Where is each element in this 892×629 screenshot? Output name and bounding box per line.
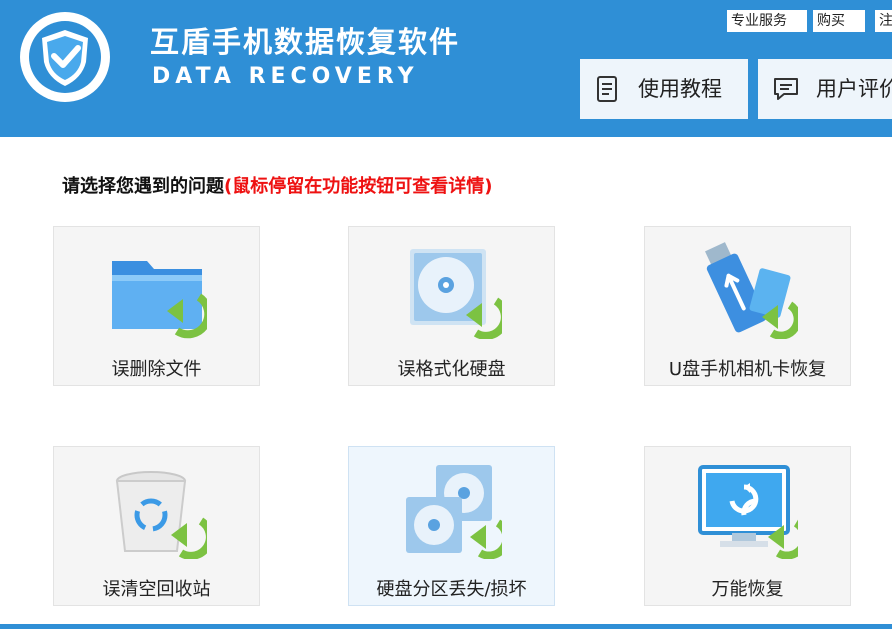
option-label: 误清空回收站 — [102, 579, 211, 600]
header-bar: 互盾手机数据恢复软件 DATA RECOVERY 专业服务 购买 注 使用教程 … — [0, 0, 892, 137]
prompt-hint: (鼠标停留在功能按钮可查看详情) — [224, 176, 493, 197]
tutorial-button[interactable]: 使用教程 — [580, 59, 748, 119]
option-label: 误格式化硬盘 — [397, 359, 506, 380]
app-subtitle: DATA RECOVERY — [152, 64, 419, 89]
user-review-label: 用户评价 — [816, 77, 892, 101]
option-label: 万能恢复 — [711, 579, 784, 600]
universal-restore-icon — [698, 465, 798, 559]
option-card-usb-card[interactable]: U盘手机相机卡恢复 — [644, 226, 851, 386]
option-card-universal[interactable]: 万能恢复 — [644, 446, 851, 606]
partition-restore-icon — [406, 465, 502, 559]
option-label: 硬盘分区丢失/损坏 — [376, 579, 527, 600]
option-label: U盘手机相机卡恢复 — [668, 359, 827, 380]
recycle-bin-restore-icon — [115, 471, 207, 559]
option-card-partition[interactable]: 硬盘分区丢失/损坏 — [348, 446, 555, 606]
shield-logo-icon — [20, 12, 110, 102]
register-link[interactable]: 注 — [875, 10, 892, 32]
harddisk-restore-icon — [410, 249, 502, 339]
option-card-formatted-disk[interactable]: 误格式化硬盘 — [348, 226, 555, 386]
option-card-recycle-bin[interactable]: 误清空回收站 — [53, 446, 260, 606]
comment-icon — [774, 78, 798, 100]
problem-prompt: 请选择您遇到的问题(鼠标停留在功能按钮可查看详情) — [62, 172, 492, 198]
prompt-text: 请选择您遇到的问题 — [62, 176, 224, 197]
app-title: 互盾手机数据恢复软件 — [150, 25, 461, 59]
folder-restore-icon — [112, 261, 207, 339]
bottom-border — [0, 624, 892, 629]
usb-card-restore-icon — [705, 242, 798, 339]
option-label: 误删除文件 — [111, 359, 202, 380]
document-icon — [597, 76, 617, 102]
buy-link[interactable]: 购买 — [813, 10, 865, 32]
professional-service-link[interactable]: 专业服务 — [727, 10, 807, 32]
user-review-button[interactable]: 用户评价 — [758, 59, 892, 119]
tutorial-label: 使用教程 — [638, 77, 722, 101]
option-card-deleted-files[interactable]: 误删除文件 — [53, 226, 260, 386]
